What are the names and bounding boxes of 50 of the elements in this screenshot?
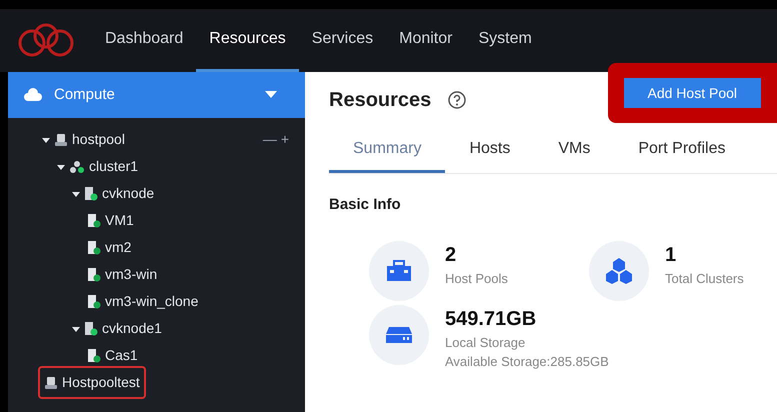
tree-item[interactable]: Cas1: [83, 345, 142, 366]
section-title: Compute: [54, 84, 115, 105]
nav-tab[interactable]: Monitor: [386, 9, 466, 72]
nav-tab[interactable]: Dashboard: [92, 9, 196, 72]
content-tab[interactable]: Summary: [329, 128, 446, 173]
caret-icon[interactable]: [42, 136, 50, 144]
caret-icon[interactable]: [57, 162, 65, 170]
tree-control-button[interactable]: —: [262, 129, 277, 150]
stat-label: Local Storage: [445, 334, 526, 352]
content-tab[interactable]: Hosts: [445, 128, 534, 173]
stat-value: 2: [445, 242, 458, 268]
server-icon: [54, 132, 68, 146]
section-heading: Basic Info: [329, 195, 402, 215]
vm-icon: [87, 294, 101, 309]
vm-icon: [87, 240, 101, 255]
cloud-icon: [24, 88, 42, 102]
host-icon: [84, 321, 98, 336]
logo-icon[interactable]: [16, 22, 76, 58]
stat-label: Host Pools: [445, 270, 508, 288]
caret-icon[interactable]: [72, 190, 80, 198]
nav-tab[interactable]: System: [465, 9, 545, 72]
host-icon: [84, 186, 98, 201]
stat-value: 1: [665, 242, 678, 268]
content-tab[interactable]: VMs: [534, 128, 614, 173]
tree-control-button[interactable]: +: [280, 129, 289, 150]
dropdown-caret-icon[interactable]: [265, 91, 277, 99]
tree-item[interactable]: cvknode1: [68, 318, 166, 339]
tree-item[interactable]: hostpool: [38, 129, 129, 150]
caret-icon[interactable]: [72, 324, 80, 332]
tree-item[interactable]: cvknode: [68, 183, 158, 204]
section-header[interactable]: Compute: [8, 72, 305, 118]
add-host-pool-button[interactable]: Add Host Pool: [624, 78, 761, 108]
stat-label: Total Clusters: [665, 270, 744, 288]
tree-item[interactable]: VM1: [83, 210, 138, 231]
tree-item[interactable]: vm3-win: [83, 264, 162, 285]
nav-tab[interactable]: Services: [298, 9, 386, 72]
cluster-icon: [69, 160, 85, 174]
stat-detail: Available Storage:285.85GB: [445, 353, 609, 371]
stat-value: 549.71GB: [445, 306, 538, 332]
server-icon: [44, 376, 58, 390]
tree-item[interactable]: vm2: [83, 237, 136, 258]
tree-item[interactable]: cluster1: [53, 156, 142, 177]
content-tab[interactable]: Port Profiles: [614, 128, 750, 173]
vm-icon: [87, 267, 101, 282]
vm-icon: [87, 348, 101, 363]
vm-icon: [87, 213, 101, 228]
page-title: Resources: [329, 88, 432, 113]
tree-item[interactable]: vm3-win_clone: [83, 291, 202, 312]
help-icon[interactable]: [447, 90, 468, 110]
tree-item[interactable]: Hostpooltest: [38, 366, 146, 399]
